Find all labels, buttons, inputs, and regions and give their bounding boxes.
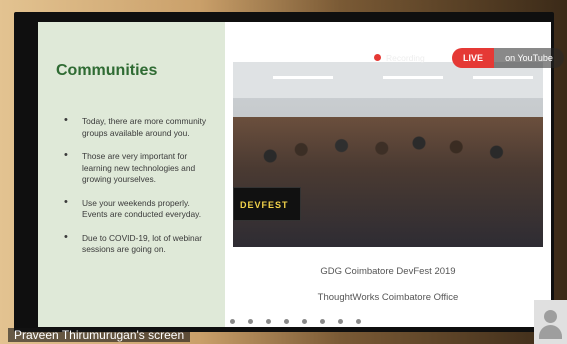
event-group-photo: DEVFEST [233,62,543,247]
photo-caption-venue: ThoughtWorks Coimbatore Office [317,292,459,303]
recording-dot-icon [374,54,381,61]
live-badge[interactable]: LIVE [452,48,494,68]
ceiling-light [473,76,533,79]
pagination-dot[interactable] [284,319,289,324]
slide-title: Communities [56,62,158,79]
bullet-item: Use your weekends properly. Events are c… [64,197,214,221]
pagination-dot[interactable] [302,319,307,324]
pagination-dot[interactable] [248,319,253,324]
slide-left-panel: Communities Today, there are more commun… [38,22,225,327]
ceiling-light [383,76,443,79]
person-avatar-icon[interactable] [534,300,567,344]
photo-caption-event: GDG Coimbatore DevFest 2019 [320,266,456,277]
bullet-item: Those are very important for learning ne… [64,150,214,186]
pagination-dot[interactable] [230,319,235,324]
recording-label: Recording [386,53,425,63]
avatar-head [544,310,557,323]
pagination-dot[interactable] [338,319,343,324]
ceiling-light [273,76,333,79]
devfest-banner: DEVFEST [233,187,301,221]
youtube-stream-badge[interactable]: on YouTube [494,48,564,68]
pagination-dot[interactable] [356,319,361,324]
screen-share-label: Praveen Thirumurugan's screen [8,328,191,342]
photo-crowd [233,117,543,247]
pagination-dot[interactable] [320,319,325,324]
devfest-banner-text: DEVFEST [240,200,289,210]
avatar-body [539,325,562,339]
pagination-dot[interactable] [266,319,271,324]
bullet-list: Today, there are more community groups a… [64,115,214,268]
bullet-item: Today, there are more community groups a… [64,115,214,139]
bullet-item: Due to COVID-19, lot of webinar sessions… [64,232,214,256]
